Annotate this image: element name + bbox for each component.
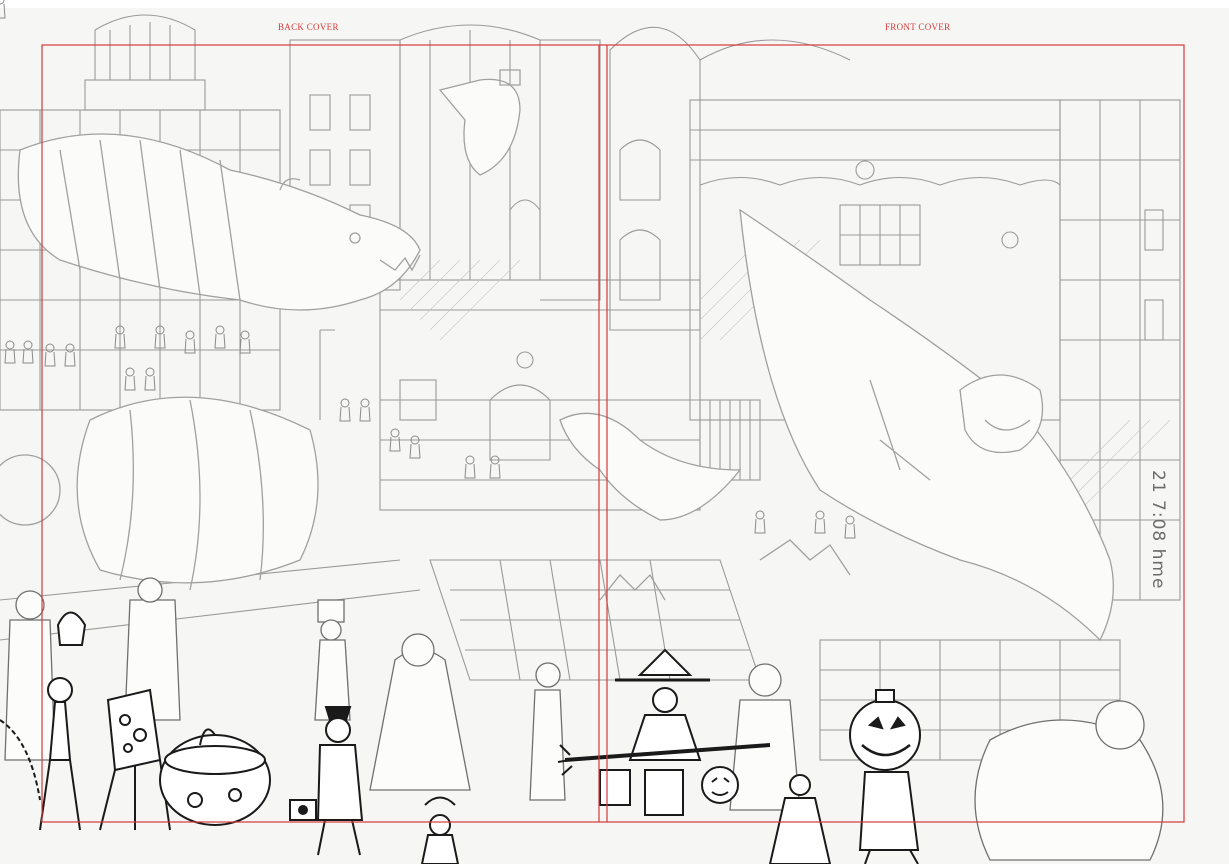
front-cover-label: FRONT COVER bbox=[885, 22, 951, 32]
cover-sketch-page: BACK COVER FRONT COVER 21 7:08 hme bbox=[0, 0, 1229, 864]
handwritten-date-note: 21 7:08 hme bbox=[1148, 470, 1168, 590]
pencil-sketch-art bbox=[0, 0, 1229, 864]
back-cover-label: BACK COVER bbox=[278, 22, 339, 32]
